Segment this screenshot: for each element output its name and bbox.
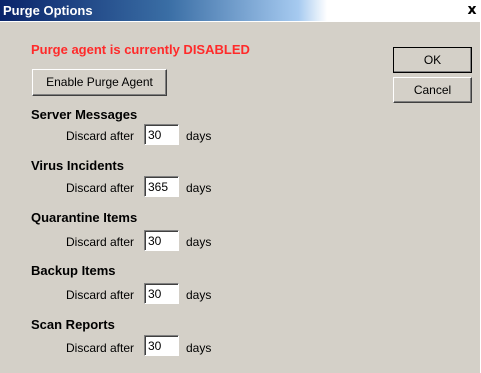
section-title-quarantine-items: Quarantine Items (31, 210, 138, 225)
section-title-backup-items: Backup Items (31, 263, 116, 278)
cancel-button[interactable]: Cancel (393, 77, 472, 103)
title-bar[interactable]: Purge Options x (0, 0, 481, 21)
section-title-virus-incidents: Virus Incidents (31, 158, 124, 173)
virus-incidents-days-input[interactable] (144, 176, 179, 197)
section-title-server-messages: Server Messages (31, 107, 138, 122)
server-messages-days-input[interactable] (144, 124, 179, 145)
title-divider (0, 21, 481, 22)
scan-reports-days-input[interactable] (144, 335, 179, 356)
ok-button[interactable]: OK (393, 47, 472, 73)
close-icon[interactable]: x (463, 1, 481, 19)
discard-label: Discard after (66, 129, 135, 143)
days-label: days (186, 129, 212, 143)
days-label: days (186, 235, 212, 249)
backup-items-days-input[interactable] (144, 283, 179, 304)
days-label: days (186, 288, 212, 302)
discard-label: Discard after (66, 288, 135, 302)
purge-options-dialog: Purge Options x Purge agent is currently… (0, 0, 481, 373)
discard-label: Discard after (66, 181, 135, 195)
discard-label: Discard after (66, 341, 135, 355)
discard-label: Discard after (66, 235, 135, 249)
days-label: days (186, 181, 212, 195)
purge-status-text: Purge agent is currently DISABLED (31, 42, 250, 57)
days-label: days (186, 341, 212, 355)
enable-purge-agent-button[interactable]: Enable Purge Agent (32, 69, 167, 96)
dialog-title: Purge Options (3, 3, 93, 18)
section-title-scan-reports: Scan Reports (31, 317, 115, 332)
quarantine-items-days-input[interactable] (144, 230, 179, 251)
